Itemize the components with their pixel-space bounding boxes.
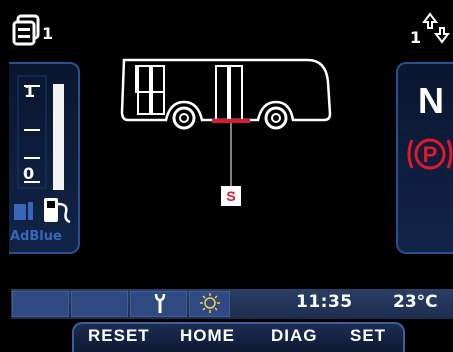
clock: 11:35 <box>296 292 353 312</box>
rear-wheel <box>264 106 288 130</box>
sun-icon <box>200 293 220 313</box>
status-cell-2 <box>71 291 128 317</box>
reset-button[interactable]: RESET <box>88 326 150 346</box>
set-button[interactable]: SET <box>350 326 386 346</box>
menu-count: 1 <box>42 24 54 43</box>
stop-request-badge: S <box>221 186 241 206</box>
gauge-label-empty: 0 <box>23 164 35 183</box>
fuel-pump-icon <box>44 198 71 224</box>
park-brake-symbol: P <box>423 142 438 167</box>
menu-stack-icon[interactable] <box>12 14 40 46</box>
bus-diagram <box>120 58 332 186</box>
door-step-indicator <box>212 119 250 123</box>
gear-indicator: N <box>418 80 444 121</box>
fuel-level-bar <box>53 84 64 190</box>
status-cell-1 <box>12 291 69 317</box>
gauge-label-full: 1 <box>24 82 36 101</box>
front-door <box>137 65 151 115</box>
park-brake-icon: P <box>407 138 453 170</box>
fuel-tank-icon <box>14 202 33 220</box>
outside-temperature: 23°C <box>393 292 438 312</box>
middle-door <box>215 65 229 121</box>
gear-count: 1 <box>410 28 422 47</box>
home-button[interactable]: HOME <box>180 326 235 346</box>
adblue-label: AdBlue <box>10 229 62 244</box>
front-wheel <box>172 106 196 130</box>
wrench-icon <box>154 293 166 313</box>
gear-shift-icon <box>422 12 450 44</box>
diag-button[interactable]: DIAG <box>271 326 318 346</box>
